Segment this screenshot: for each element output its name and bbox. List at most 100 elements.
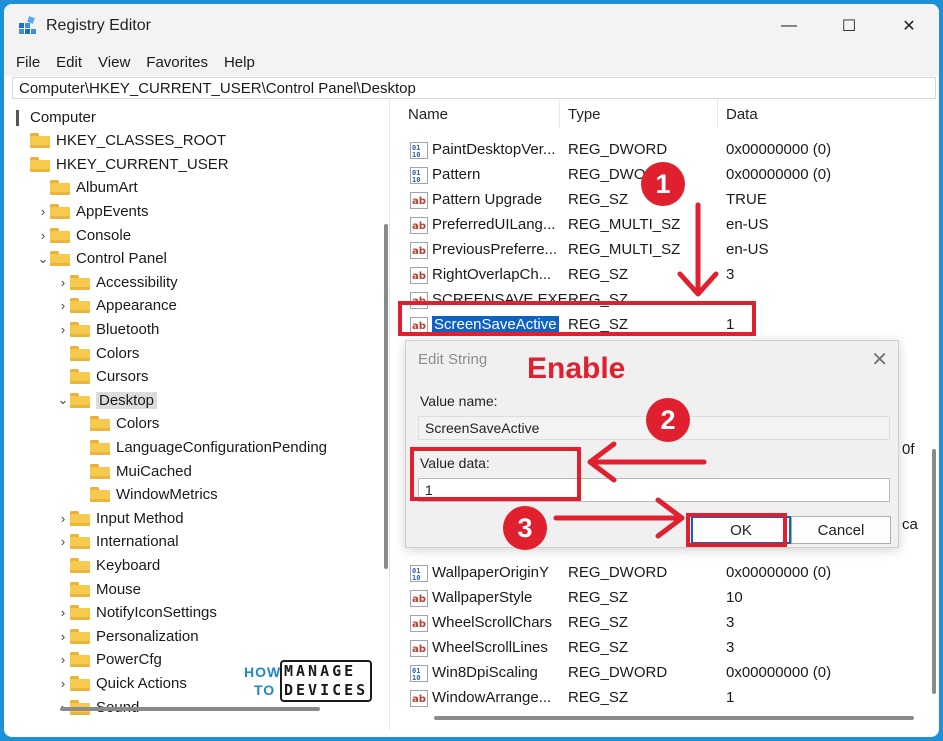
folder-icon [70, 510, 90, 526]
edit-string-dialog: Edit String ✕ Value name: Value data: OK… [405, 340, 899, 548]
folder-icon [30, 133, 50, 149]
chevron-icon[interactable]: › [56, 629, 70, 644]
column-header-type[interactable]: Type [560, 100, 718, 128]
menu-view[interactable]: View [98, 54, 130, 71]
tree-item[interactable]: › Console [36, 224, 131, 246]
value-name: Pattern [432, 166, 481, 183]
tree-item[interactable]: › NotifyIconSettings [56, 602, 217, 624]
value-data: 3 [726, 266, 735, 283]
tree-item-label: Console [76, 226, 132, 244]
tree-item[interactable]: › Input Method [56, 507, 184, 529]
dialog-close-icon[interactable]: ✕ [871, 347, 888, 372]
tree-item-label: Desktop [96, 391, 158, 409]
tree-item[interactable]: HKEY_CLASSES_ROOT [16, 130, 226, 152]
value-row[interactable]: ab RightOverlapCh... REG_SZ 3 [400, 263, 930, 288]
tree-item[interactable]: › AppEvents [36, 200, 149, 222]
tree-item[interactable]: › Quick Actions [56, 672, 187, 694]
tree-item[interactable]: Colors [76, 413, 159, 435]
value-row[interactable]: ab WallpaperStyle REG_SZ 10 [400, 586, 930, 611]
column-header-data[interactable]: Data [718, 100, 938, 128]
tree-item[interactable]: WindowMetrics [76, 484, 218, 506]
chevron-icon[interactable]: ⌄ [36, 251, 50, 267]
chevron-icon[interactable]: › [56, 652, 70, 667]
value-data: en-US [726, 241, 769, 258]
tree-item-label: MuiCached [116, 462, 192, 480]
folder-icon [70, 369, 90, 385]
chevron-icon[interactable]: › [56, 322, 70, 337]
maximize-button[interactable]: ☐ [819, 4, 879, 48]
value-row[interactable]: 01 10 WallpaperOriginY REG_DWORD 0x00000000 … [400, 561, 930, 586]
chevron-icon[interactable]: › [56, 605, 70, 620]
highlight-box-screensaveactive [398, 301, 756, 336]
string-value-icon: ab [410, 615, 428, 632]
key-tree: Computer HKEY_CLASSES_ROOT HKEY_CURRENT_US… [10, 100, 390, 730]
tree-item-label: Quick Actions [96, 674, 187, 692]
value-name: WheelScrollChars [432, 614, 553, 631]
tree-scrollbar[interactable] [384, 224, 388, 569]
chevron-icon[interactable]: › [56, 511, 70, 526]
tree-item-label: Accessibility [96, 273, 178, 291]
chevron-icon[interactable]: › [56, 534, 70, 549]
minimize-button[interactable]: — [759, 4, 819, 48]
cancel-button[interactable]: Cancel [791, 516, 891, 544]
value-row[interactable]: ab PreferredUILang... REG_MULTI_SZ en-US [400, 213, 930, 238]
value-row[interactable]: ab PreviousPreferre... REG_MULTI_SZ en-US [400, 238, 930, 263]
tree-item[interactable]: Keyboard [56, 554, 160, 576]
tree-item[interactable]: Computer [16, 106, 96, 128]
chevron-icon[interactable]: › [36, 228, 50, 243]
value-name: PreviousPreferre... [432, 241, 558, 258]
tree-item[interactable]: LanguageConfigurationPending [76, 436, 327, 458]
tree-item[interactable]: › Appearance [56, 295, 177, 317]
value-type: REG_SZ [568, 191, 629, 208]
tree-horizontal-scrollbar[interactable] [60, 707, 320, 711]
menu-help[interactable]: Help [224, 54, 255, 71]
tree-item[interactable]: ⌄ Control Panel [36, 248, 167, 270]
binary-value-icon: 0110 [410, 167, 428, 184]
tree-item-label: Bluetooth [96, 320, 160, 338]
folder-icon [50, 180, 70, 196]
tree-item[interactable]: Cursors [56, 366, 149, 388]
tree-item[interactable]: › PowerCfg [56, 649, 162, 671]
list-horizontal-scrollbar[interactable] [434, 716, 914, 720]
chevron-icon[interactable]: ⌄ [56, 392, 70, 408]
value-row[interactable]: 01 10 PaintDesktopVer... REG_DWORD 0x0000000… [400, 138, 930, 163]
tree-item[interactable]: › Accessibility [56, 271, 178, 293]
menu-favorites[interactable]: Favorites [146, 54, 208, 71]
tree-item-label: Input Method [96, 509, 184, 527]
tree-item-label: NotifyIconSettings [96, 604, 217, 622]
folder-icon [70, 605, 90, 621]
folder-icon [90, 487, 110, 503]
tree-item-label: AppEvents [76, 202, 149, 220]
menu-edit[interactable]: Edit [56, 54, 82, 71]
binary-value-icon: 0110 [410, 665, 428, 682]
chevron-icon[interactable]: › [56, 275, 70, 290]
tree-item[interactable]: › Bluetooth [56, 318, 160, 340]
column-header-name[interactable]: Name [400, 100, 560, 128]
tree-item[interactable]: › Personalization [56, 625, 199, 647]
value-row[interactable]: 01 10 Win8DpiScaling REG_DWORD 0x00000000 (0… [400, 661, 930, 686]
tree-item[interactable]: HKEY_CURRENT_USER [16, 153, 229, 175]
value-row[interactable]: ab WindowArrange... REG_SZ 1 [400, 686, 930, 711]
value-row[interactable]: ab WheelScrollLines REG_SZ 3 [400, 636, 930, 661]
address-bar[interactable]: Computer\HKEY_CURRENT_USER\Control Panel… [12, 77, 936, 99]
tree-item[interactable]: › International [56, 531, 179, 553]
tree-item[interactable]: ⌄ Desktop [56, 389, 158, 411]
tree-item-label: Colors [116, 415, 160, 433]
close-button[interactable]: ✕ [879, 4, 939, 48]
value-data: 3 [726, 639, 735, 656]
value-type: REG_DWORD [568, 564, 668, 581]
folder-icon [50, 203, 70, 219]
list-vertical-scrollbar[interactable] [932, 449, 936, 694]
folder-icon [70, 652, 90, 668]
menu-file[interactable]: File [16, 54, 40, 71]
chevron-icon[interactable]: › [56, 298, 70, 313]
chevron-icon[interactable]: › [36, 204, 50, 219]
value-name: PaintDesktopVer... [432, 141, 556, 158]
value-row[interactable]: ab WheelScrollChars REG_SZ 3 [400, 611, 930, 636]
tree-item-label: WindowMetrics [116, 486, 218, 504]
tree-item[interactable]: AlbumArt [36, 177, 138, 199]
tree-item[interactable]: MuiCached [76, 460, 192, 482]
chevron-icon[interactable]: › [56, 676, 70, 691]
tree-item[interactable]: Mouse [56, 578, 141, 600]
tree-item[interactable]: Colors [56, 342, 139, 364]
